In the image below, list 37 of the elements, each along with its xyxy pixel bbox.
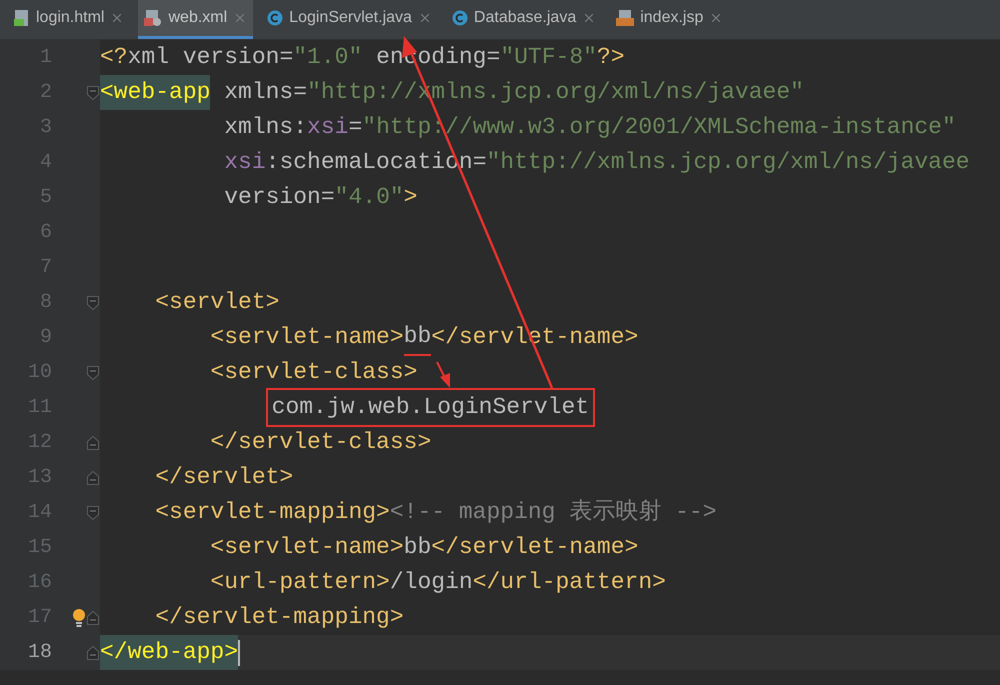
editor-tab[interactable]: LoginServlet.java — [261, 0, 438, 39]
code-line: <servlet-class> — [209, 358, 418, 388]
code-line: <url-pattern>/login</url-pattern> — [209, 568, 666, 598]
lightbulb-icon[interactable] — [72, 608, 86, 628]
fold-marker-icon[interactable] — [87, 436, 99, 450]
editor-tab[interactable]: index.jsp — [610, 0, 730, 39]
matched-tag: </web-app> — [100, 635, 238, 670]
fold-marker-icon[interactable] — [87, 470, 99, 484]
matched-tag: <web-app — [100, 75, 210, 110]
code-text: xmlns — [223, 78, 294, 108]
fold-marker-icon[interactable] — [87, 646, 99, 660]
code-line: <servlet> — [154, 288, 280, 318]
class-file-icon — [267, 10, 284, 26]
code-line: </servlet-mapping> — [154, 603, 404, 632]
editor-tab[interactable]: login.html — [8, 0, 130, 39]
underlined-text: bb — [404, 319, 432, 356]
jsp-file-icon — [616, 9, 634, 27]
fold-marker-icon[interactable] — [87, 296, 99, 310]
fold-marker-icon[interactable] — [87, 86, 99, 100]
line-number: 18 — [26, 640, 52, 666]
code-text: <servlet-name> — [209, 323, 404, 352]
code-line: <servlet-name>bb</servlet-name> — [209, 533, 638, 562]
class-file-icon — [452, 10, 468, 26]
xml-file-icon — [144, 9, 162, 27]
editor-tab[interactable]: web.xml — [138, 0, 254, 39]
code-line: </servlet-class> — [209, 428, 432, 458]
text-cursor — [238, 640, 240, 666]
editor-tab[interactable]: Database.java — [446, 0, 602, 39]
html-file-icon — [14, 9, 30, 27]
fold-marker-icon[interactable] — [87, 506, 99, 520]
code-text: = — [293, 78, 308, 108]
code-line: </servlet> — [154, 463, 294, 492]
fold-marker-icon[interactable] — [87, 366, 99, 380]
fold-marker-icon[interactable] — [87, 610, 99, 624]
code-line: version="4.0"> — [223, 183, 418, 212]
code-line: <servlet-mapping><!-- mapping 表示映射 --> — [154, 498, 716, 528]
annotation-box: com.jw.web.LoginServlet — [266, 388, 596, 427]
